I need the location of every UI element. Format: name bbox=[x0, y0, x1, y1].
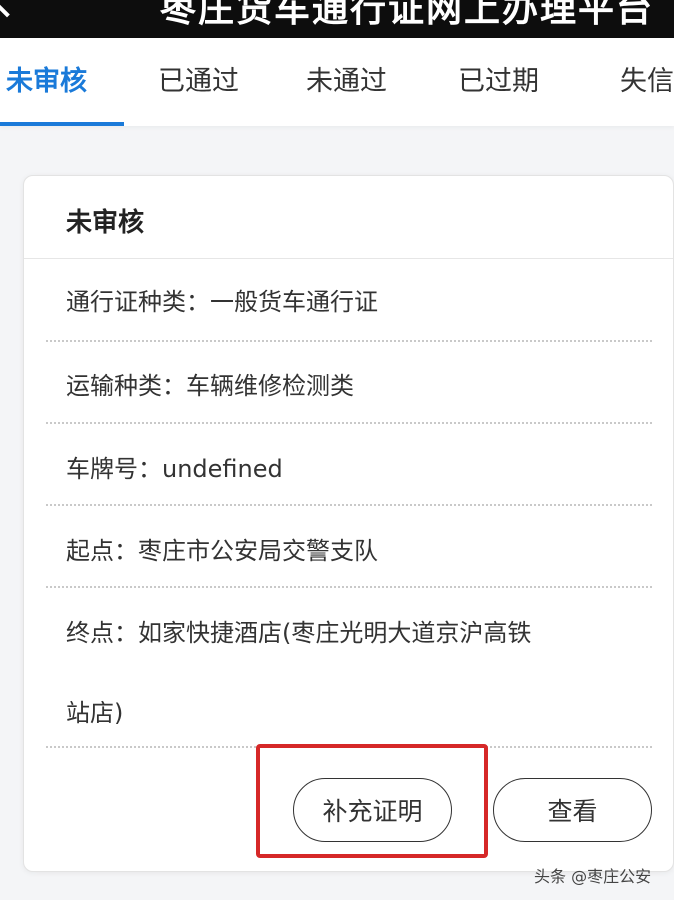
tab-expired[interactable]: 已过期 bbox=[458, 64, 539, 104]
origin-field: 起点：枣庄市公安局交警支队 bbox=[66, 537, 378, 565]
permit-card: 未审核 通行证种类：一般货车通行证 运输种类：车辆维修检测类 车牌号：undef… bbox=[23, 175, 674, 872]
divider bbox=[24, 258, 673, 259]
back-arrow-icon[interactable] bbox=[0, 0, 26, 18]
status-tabs: 未审核 已通过 未通过 已过期 失信 bbox=[0, 38, 674, 126]
supplement-proof-button[interactable]: 补充证明 bbox=[293, 778, 452, 842]
top-bar: 枣庄货车通行证网上办理平台 bbox=[0, 0, 674, 38]
destination-field: 终点：如家快捷酒店(枣庄光明大道京沪高铁 bbox=[66, 619, 532, 647]
watermark: 头条 @枣庄公安 bbox=[534, 867, 652, 886]
view-button[interactable]: 查看 bbox=[493, 778, 652, 842]
divider bbox=[46, 586, 652, 588]
divider bbox=[46, 504, 652, 506]
divider bbox=[46, 340, 652, 342]
tab-discredited[interactable]: 失信 bbox=[620, 64, 674, 104]
tab-approved[interactable]: 已通过 bbox=[158, 64, 239, 104]
active-tab-indicator bbox=[0, 122, 124, 126]
divider bbox=[46, 422, 652, 424]
tab-rejected[interactable]: 未通过 bbox=[306, 64, 387, 104]
plate-number-field: 车牌号：undefined bbox=[66, 455, 283, 483]
pass-type-field: 通行证种类：一般货车通行证 bbox=[66, 288, 378, 316]
transport-type-field: 运输种类：车辆维修检测类 bbox=[66, 372, 354, 400]
divider bbox=[46, 746, 652, 748]
card-title: 未审核 bbox=[66, 208, 145, 238]
destination-field-continued: 站店) bbox=[66, 699, 124, 727]
page-title: 枣庄货车通行证网上办理平台 bbox=[160, 0, 655, 30]
tab-pending[interactable]: 未审核 bbox=[6, 64, 87, 104]
